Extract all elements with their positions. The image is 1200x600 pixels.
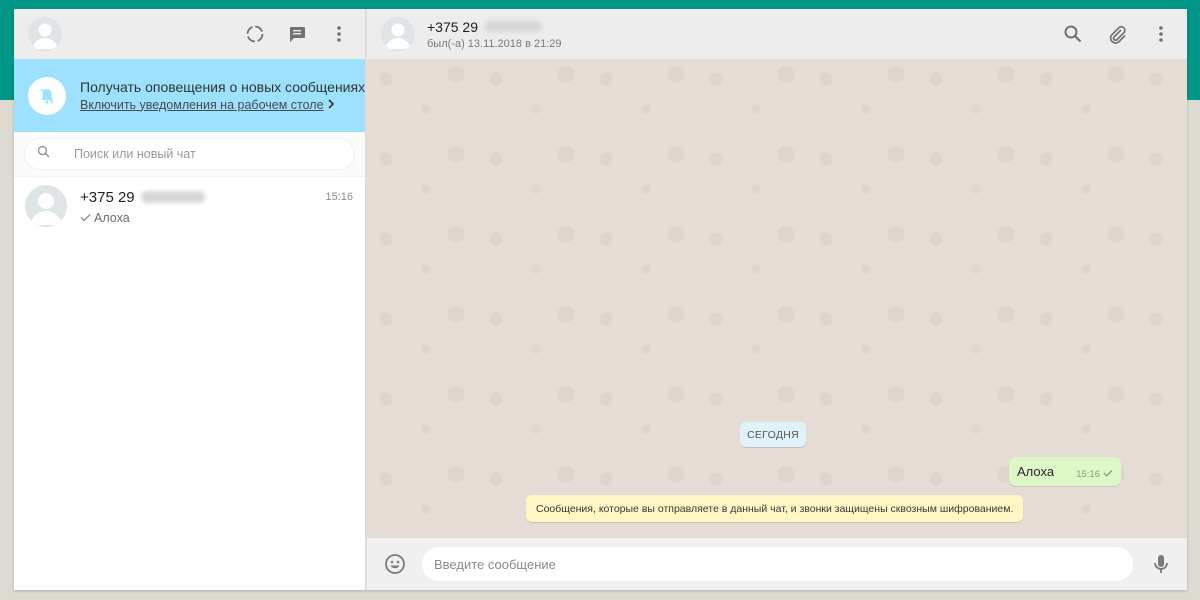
sidebar-actions [243, 22, 351, 46]
chevron-right-icon [327, 96, 335, 114]
search-bar [14, 132, 365, 177]
message-time: 15:16 [1076, 469, 1100, 480]
sidebar-header [14, 9, 365, 59]
conversation-title-row: +375 29 [427, 19, 562, 35]
chat-title-row: +375 29 15:16 [80, 189, 353, 206]
chat-info: +375 29 15:16 Алоха [80, 187, 353, 225]
notification-text: Получать оповещения о новых сообщениях В… [80, 78, 365, 114]
attach-icon[interactable] [1105, 22, 1129, 46]
search-box[interactable] [25, 139, 354, 169]
status-icon[interactable] [243, 22, 267, 46]
search-icon [37, 145, 50, 163]
last-seen-status: был(-а) 13.11.2018 в 21:29 [427, 37, 562, 50]
chat-preview-text: Алоха [94, 210, 130, 225]
mic-icon[interactable] [1149, 552, 1173, 576]
menu-icon[interactable] [1149, 22, 1173, 46]
notification-title: Получать оповещения о новых сообщениях [80, 78, 366, 95]
conversation-title-wrap[interactable]: +375 29 был(-а) 13.11.2018 в 21:29 [427, 19, 562, 50]
search-input[interactable] [74, 147, 334, 161]
search-icon[interactable] [1061, 22, 1085, 46]
chat-list-item[interactable]: +375 29 15:16 Алоха [14, 177, 365, 234]
composer [366, 538, 1187, 590]
conversation-header: +375 29 был(-а) 13.11.2018 в 21:29 [366, 9, 1187, 59]
chat-name: +375 29 [80, 188, 135, 206]
message-input-box[interactable] [422, 547, 1133, 581]
encryption-notice[interactable]: Сообщения, которые вы отправляете в данн… [526, 495, 1024, 522]
message-area[interactable]: СЕГОДНЯ Алоха 15:16 Сообщения, которые в… [366, 59, 1187, 538]
check-icon [80, 211, 91, 225]
contact-avatar[interactable] [381, 17, 415, 51]
chat-preview: Алоха [80, 211, 353, 225]
enable-notifications-link[interactable]: Включить уведомления на рабочем столе [80, 96, 324, 114]
conversation-actions [1061, 22, 1173, 46]
blurred-number [484, 21, 542, 32]
emoji-icon[interactable] [383, 552, 407, 576]
chat-time: 15:16 [325, 191, 353, 203]
message-meta: 15:16 [1076, 463, 1113, 480]
conversation-panel: +375 29 был(-а) 13.11.2018 в 21:29 СЕГОД… [366, 9, 1187, 590]
menu-icon[interactable] [327, 22, 351, 46]
message-input[interactable] [434, 556, 1114, 572]
bell-off-icon [28, 76, 66, 115]
notification-banner[interactable]: Получать оповещения о новых сообщениях В… [14, 59, 365, 132]
check-icon [1103, 469, 1113, 480]
enable-notifications-link-wrap[interactable]: Включить уведомления на рабочем столе [80, 96, 365, 114]
contact-avatar [25, 184, 67, 227]
new-chat-icon[interactable] [285, 22, 309, 46]
my-avatar[interactable] [28, 17, 62, 51]
outgoing-message[interactable]: Алоха 15:16 [1009, 457, 1121, 486]
conversation-title: +375 29 [427, 18, 478, 35]
date-chip: СЕГОДНЯ [740, 422, 806, 447]
message-text: Алоха [1017, 464, 1055, 479]
sidebar: Получать оповещения о новых сообщениях В… [14, 9, 366, 590]
blurred-number [140, 191, 205, 203]
app-window: Получать оповещения о новых сообщениях В… [14, 9, 1187, 590]
